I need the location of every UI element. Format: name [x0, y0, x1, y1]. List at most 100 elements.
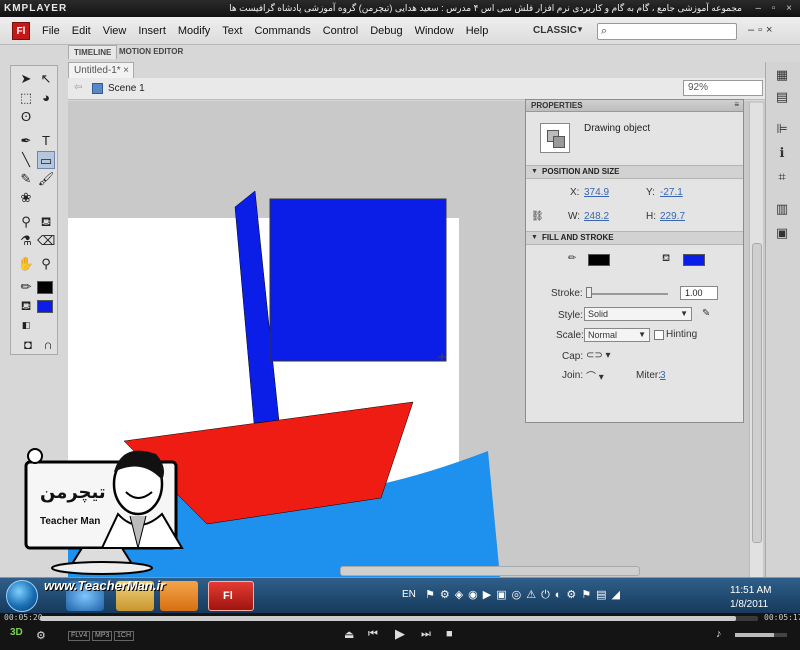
- object-drawing-icon[interactable]: ◘: [19, 336, 37, 354]
- close-icon[interactable]: ×: [123, 63, 129, 78]
- codec-badge: FLV4: [68, 631, 91, 641]
- x-value[interactable]: 374.9: [584, 187, 609, 198]
- library-icon[interactable]: ▥: [773, 200, 791, 218]
- vertical-scrollbar[interactable]: [749, 103, 763, 577]
- player-window-buttons[interactable]: – ▫ ×: [755, 3, 796, 14]
- menu-edit[interactable]: Edit: [72, 25, 91, 37]
- chevron-down-icon[interactable]: ▼: [576, 25, 584, 34]
- clock-time[interactable]: 11:51 AM: [730, 585, 772, 596]
- position-size-section[interactable]: ▼ POSITION AND SIZE: [526, 165, 743, 179]
- scale-select[interactable]: Normal ▼: [584, 328, 650, 342]
- document-tab[interactable]: Untitled-1* ×: [68, 62, 134, 78]
- edit-stroke-style-icon[interactable]: ✎: [702, 308, 710, 319]
- hand-tool-icon[interactable]: ✋: [17, 255, 35, 273]
- workspace-switcher[interactable]: CLASSIC: [533, 25, 577, 36]
- system-tray-icons[interactable]: ⚑⚙◈◉▶▣◎⚠⏻◐⚙⚑▤◢: [425, 588, 625, 602]
- w-value[interactable]: 248.2: [584, 211, 609, 222]
- tab-timeline[interactable]: TIMELINE: [68, 45, 118, 59]
- eject-icon[interactable]: ⏏: [344, 628, 354, 641]
- player-logo: KMPLAYER: [4, 3, 68, 14]
- menu-control[interactable]: Control: [323, 25, 358, 37]
- pencil-tool-icon[interactable]: ✎: [17, 170, 35, 188]
- 3d-mode-button[interactable]: 3D: [10, 627, 23, 638]
- menu-help[interactable]: Help: [466, 25, 489, 37]
- stroke-color-swatch[interactable]: [37, 281, 53, 294]
- subselection-tool-icon[interactable]: ↖: [37, 70, 55, 88]
- stroke-slider-handle[interactable]: [586, 287, 592, 298]
- watermark-site: www.TeacherMan.ir: [44, 578, 166, 593]
- zoom-select[interactable]: 92%: [683, 80, 763, 96]
- menu-bar: Fl File Edit View Insert Modify Text Commands C…: [0, 17, 800, 45]
- swatches-icon[interactable]: ▤: [773, 88, 791, 106]
- media-player-icon[interactable]: [160, 581, 198, 611]
- play-icon[interactable]: ▶: [395, 626, 405, 642]
- transform-icon[interactable]: ⌗: [773, 168, 791, 186]
- cap-round-icon[interactable]: ⊂⊃ ▾: [586, 350, 611, 361]
- properties-title: PROPERTIES: [531, 101, 583, 110]
- previous-icon[interactable]: ⏮: [368, 628, 378, 641]
- vertical-scroll-thumb[interactable]: [752, 243, 762, 543]
- lasso-tool-icon[interactable]: ʘ: [17, 108, 35, 126]
- snap-magnet-icon[interactable]: ∩: [39, 336, 57, 354]
- style-select[interactable]: Solid ▼: [584, 307, 692, 321]
- zoom-tool-icon[interactable]: ⚲: [37, 255, 55, 273]
- stop-icon[interactable]: ■: [446, 628, 453, 640]
- stroke-slider-track[interactable]: [586, 293, 668, 295]
- deco-tool-icon[interactable]: ❀: [17, 189, 35, 207]
- next-icon[interactable]: ⏭: [421, 628, 431, 641]
- bone-tool-icon[interactable]: ⚲: [17, 213, 35, 231]
- menu-view[interactable]: View: [103, 25, 127, 37]
- seek-bar[interactable]: [40, 616, 758, 621]
- search-input[interactable]: ⌕: [597, 23, 737, 40]
- rectangle-tool-icon[interactable]: ▭: [37, 151, 55, 169]
- miter-value[interactable]: 3: [660, 370, 666, 381]
- paint-bucket-icon[interactable]: ⛾: [37, 213, 55, 231]
- fill-swatch[interactable]: [683, 254, 705, 266]
- menu-file[interactable]: File: [42, 25, 60, 37]
- menu-modify[interactable]: Modify: [178, 25, 210, 37]
- window-controls[interactable]: –▫×: [748, 24, 776, 36]
- brush-tool-icon[interactable]: 🖌: [37, 170, 55, 188]
- y-value[interactable]: -27.1: [660, 187, 683, 198]
- stroke-swatch[interactable]: [588, 254, 610, 266]
- pen-tool-icon[interactable]: ✒: [17, 132, 35, 150]
- stroke-width-input[interactable]: 1.00: [680, 286, 718, 300]
- scene-label[interactable]: Scene 1: [108, 83, 145, 94]
- panel-menu-icon[interactable]: ≡: [734, 100, 739, 109]
- eraser-icon[interactable]: ⌫: [37, 232, 55, 250]
- speaker-icon[interactable]: ♪: [716, 628, 722, 640]
- start-button[interactable]: [6, 580, 38, 612]
- back-arrow-icon[interactable]: ⇦: [74, 82, 82, 93]
- text-tool-icon[interactable]: T: [37, 132, 55, 150]
- line-tool-icon[interactable]: ╲: [17, 151, 35, 169]
- menu-text[interactable]: Text: [222, 25, 242, 37]
- document-tab-label: Untitled-1*: [74, 65, 121, 76]
- hinting-checkbox[interactable]: [654, 330, 664, 340]
- selection-tool-icon[interactable]: ➤: [17, 70, 35, 88]
- color-panel-icon[interactable]: ▦: [773, 66, 791, 84]
- flash-taskbar-icon[interactable]: Fl: [208, 581, 254, 611]
- fill-color-swatch[interactable]: [37, 300, 53, 313]
- properties-icon[interactable]: ▣: [773, 224, 791, 242]
- tab-motion-editor[interactable]: MOTION EDITOR: [114, 45, 188, 59]
- menu-debug[interactable]: Debug: [370, 25, 402, 37]
- 3d-rotation-icon[interactable]: ◕: [37, 89, 55, 107]
- fill-stroke-section[interactable]: ▼ FILL AND STROKE: [526, 231, 743, 245]
- clock-date[interactable]: 1/8/2011: [730, 599, 768, 610]
- align-icon[interactable]: ⊫: [773, 120, 791, 138]
- swap-colors-icon[interactable]: ◧: [17, 316, 35, 334]
- language-indicator[interactable]: EN: [402, 589, 416, 600]
- horizontal-scroll-thumb[interactable]: [340, 566, 640, 576]
- eyedropper-icon[interactable]: ⚗: [17, 232, 35, 250]
- info-icon[interactable]: ℹ: [773, 144, 791, 162]
- sail-rectangle-shape[interactable]: [269, 198, 447, 362]
- join-round-icon[interactable]: ⌒ ▾: [586, 368, 604, 383]
- lock-link-icon[interactable]: ⛓: [531, 211, 544, 222]
- menu-commands[interactable]: Commands: [254, 25, 310, 37]
- h-value[interactable]: 229.7: [660, 211, 685, 222]
- menu-insert[interactable]: Insert: [138, 25, 166, 37]
- free-transform-icon[interactable]: ⬚: [17, 89, 35, 107]
- gear-icon[interactable]: ⚙: [36, 629, 46, 642]
- volume-slider[interactable]: [735, 633, 787, 637]
- menu-window[interactable]: Window: [415, 25, 454, 37]
